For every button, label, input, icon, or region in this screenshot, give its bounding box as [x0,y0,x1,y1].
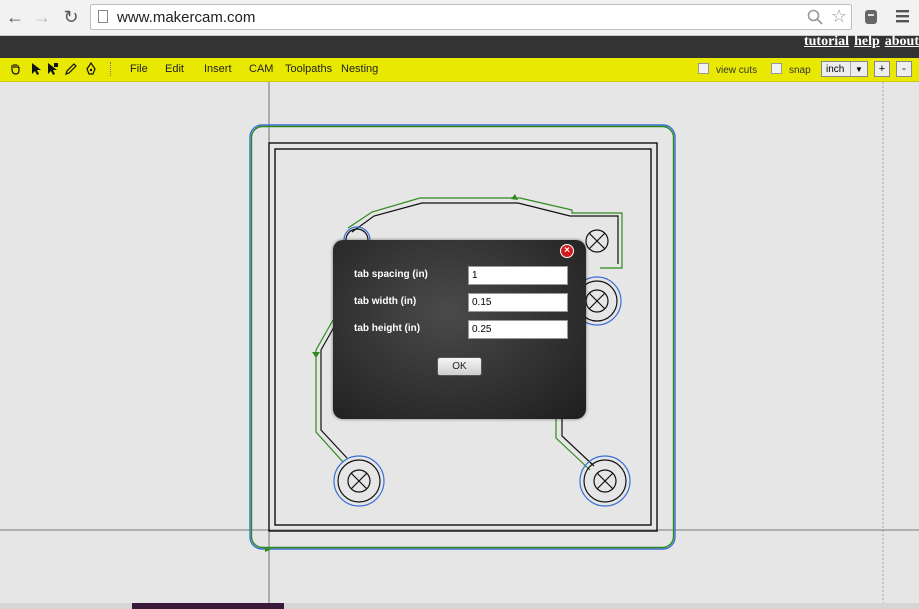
menu-toolpaths[interactable]: Toolpaths [285,63,332,75]
app-toolbar: File Edit Insert CAM Toolpaths Nesting v… [0,58,919,82]
help-link[interactable]: help [854,35,880,58]
tab-height-input[interactable] [468,320,568,339]
page-icon [98,10,108,23]
hand-tool-icon[interactable] [9,62,23,76]
tab-width-input[interactable] [468,293,568,312]
app-header: tutorial help about [0,35,919,58]
search-icon[interactable] [807,9,823,25]
browser-toolbar: ← → ↻ www.makercam.com ☆ [0,0,919,36]
menu-nesting[interactable]: Nesting [341,63,378,75]
menu-edit[interactable]: Edit [165,63,184,75]
pointer-tool-icon[interactable] [29,62,43,76]
menu-insert[interactable]: Insert [204,63,232,75]
toolpath-tab-marker [511,194,518,200]
evernote-extension-icon[interactable] [863,8,879,26]
tab-settings-dialog: × tab spacing (in) tab width (in) tab he… [333,240,586,419]
pad-top-right[interactable] [585,229,609,253]
pad-bottom-left[interactable] [333,455,385,507]
view-cuts-checkbox[interactable] [698,63,709,74]
header-links: tutorial help about [804,35,919,58]
bookmark-star-icon[interactable]: ☆ [831,6,847,27]
tab-width-label: tab width (in) [354,296,417,307]
status-strip [0,603,919,609]
back-arrow-icon[interactable]: ← [4,6,26,28]
zoom-in-button[interactable]: + [874,61,890,77]
zoom-out-button[interactable]: - [896,61,912,77]
close-icon[interactable]: × [560,244,574,258]
pencil-tool-icon[interactable] [64,62,78,76]
about-link[interactable]: about [885,35,919,58]
tab-height-label: tab height (in) [354,323,421,334]
chevron-down-icon: ▼ [850,62,867,76]
trace-toolpath-right[interactable] [555,418,591,471]
hamburger-menu-icon[interactable] [895,8,911,24]
pad-bottom-right[interactable] [579,455,631,507]
snap-label: snap [789,65,811,76]
pen-tool-icon[interactable] [84,62,98,76]
url-text: www.makercam.com [117,9,256,26]
node-tool-icon[interactable] [45,62,59,76]
snap-checkbox[interactable] [771,63,782,74]
unit-value: inch [826,64,845,75]
menu-cam[interactable]: CAM [249,63,273,75]
tab-spacing-label: tab spacing (in) [354,269,428,280]
ok-button[interactable]: OK [437,357,482,376]
address-bar[interactable]: www.makercam.com ☆ [90,4,852,30]
forward-arrow-icon[interactable]: → [31,6,53,28]
toolpath-tab-marker [312,352,320,358]
menu-file[interactable]: File [130,63,148,75]
tab-spacing-input[interactable] [468,266,568,285]
view-cuts-label: view cuts [716,65,758,76]
tutorial-link[interactable]: tutorial [804,35,849,58]
unit-select[interactable]: inch ▼ [821,61,868,77]
toolbar-divider [110,62,111,76]
reload-icon[interactable]: ↻ [60,6,82,28]
status-bar-segment [132,603,284,609]
